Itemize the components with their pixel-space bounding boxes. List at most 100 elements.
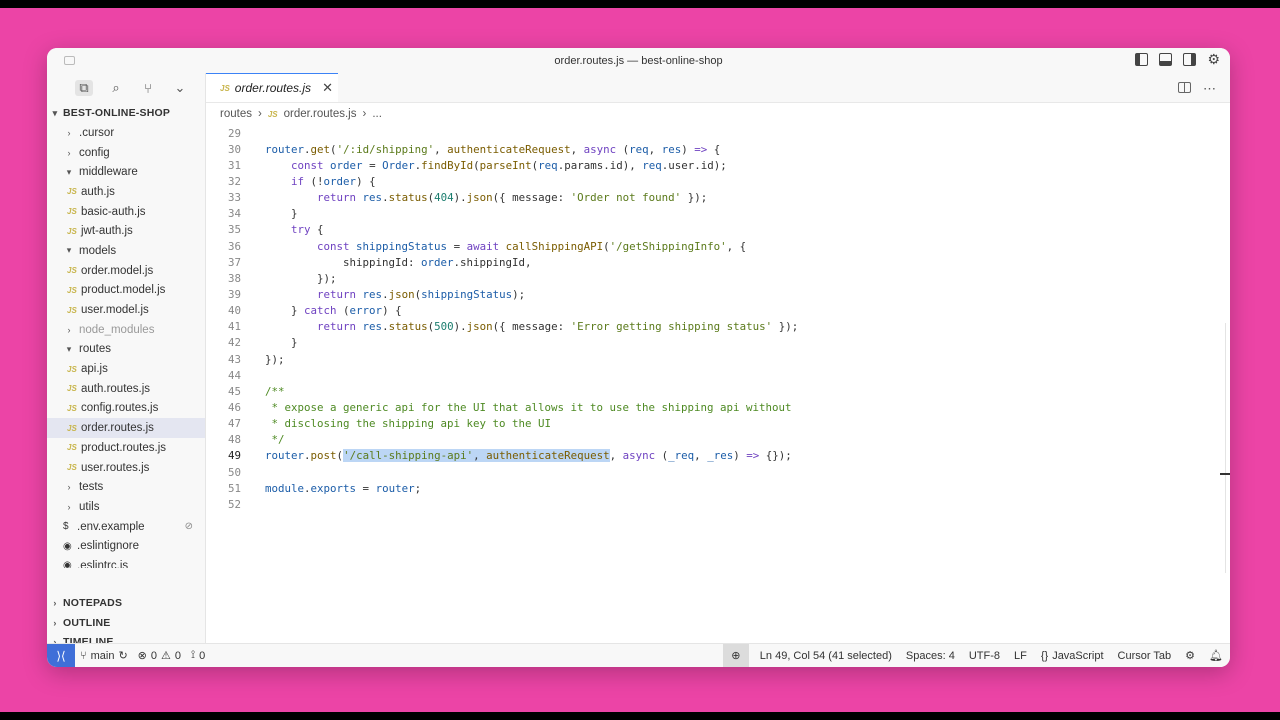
chevron-right-icon: › [67, 127, 71, 138]
code-line: 42 } [206, 335, 1230, 351]
line-number: 39 [227, 287, 241, 301]
js-file-icon: JS [67, 285, 77, 295]
tree-file[interactable]: JS basic-auth.js [47, 202, 205, 222]
code-editor[interactable]: 29 30 router.get('/:id/shipping', authent… [206, 125, 1230, 595]
more-actions-icon[interactable]: ⋯ [1203, 81, 1216, 97]
breadcrumb-folder[interactable]: routes [220, 108, 252, 120]
branch-indicator[interactable]: ⑂ main ↻ [75, 649, 133, 663]
files-icon[interactable]: ⧉ [75, 80, 93, 96]
code-line: 34 } [206, 206, 1230, 222]
indentation[interactable]: Spaces: 4 [899, 650, 962, 662]
tree-file[interactable]: JS product.model.js [47, 281, 205, 301]
line-number: 45 [227, 384, 241, 398]
source-control-icon[interactable]: ⑂ [139, 81, 157, 96]
js-file-icon: JS [67, 443, 77, 453]
tree-file[interactable]: JS product.routes.js [47, 438, 205, 458]
line-number: 41 [227, 320, 241, 334]
split-editor-icon[interactable] [1178, 82, 1191, 93]
tree-folder[interactable]: › tests [47, 477, 205, 497]
code-line: 39 return res.json(shippingStatus); [206, 286, 1230, 302]
scrollbar-track[interactable] [1225, 323, 1226, 573]
code-line: 52 [206, 496, 1230, 512]
end-of-line[interactable]: LF [1007, 650, 1034, 662]
branch-name: main [90, 649, 115, 662]
tree-file[interactable]: JS jwt-auth.js [47, 221, 205, 241]
js-file-icon: JS [67, 226, 77, 236]
tree-folder[interactable]: › node_modules [47, 320, 205, 340]
cursor-position[interactable]: Ln 49, Col 54 (41 selected) [753, 650, 899, 662]
tree-file[interactable]: JS auth.js [47, 182, 205, 202]
js-file-icon: JS [67, 384, 77, 394]
tree-file[interactable]: JS api.js [47, 359, 205, 379]
chevron-right-icon: › [67, 147, 71, 158]
section-label: NOTEPADS [63, 596, 123, 609]
line-number: 40 [227, 304, 241, 318]
breadcrumb-symbol[interactable]: ... [372, 108, 382, 120]
section-outline[interactable]: › OUTLINE [47, 613, 205, 633]
tree-file[interactable]: JS order.model.js [47, 261, 205, 281]
toggle-panel-icon[interactable] [1159, 53, 1173, 66]
close-icon[interactable]: ✕ [322, 80, 333, 96]
warning-count: 0 [174, 649, 182, 662]
line-number: 37 [227, 255, 241, 269]
branch-icon: ⑂ [80, 649, 87, 662]
chevron-right-icon: › [67, 324, 71, 335]
tree-item-label: auth.js [81, 185, 115, 198]
js-file-icon: JS [67, 207, 77, 217]
tree-file[interactable]: ◉ .eslintrc.js [47, 556, 205, 568]
tree-file[interactable]: $ .env.example ⊘ [47, 517, 205, 537]
chevron-down-icon: ▾ [52, 107, 58, 118]
gear-icon[interactable]: ⚙ [1207, 52, 1220, 66]
tree-folder[interactable]: › .cursor [47, 123, 205, 143]
extension-icon[interactable]: ⚙ [1178, 649, 1202, 662]
remote-icon[interactable]: ⟩⟨ [47, 644, 75, 667]
tab-label: order.routes.js [234, 81, 312, 95]
tree-file[interactable]: JS order.routes.js [47, 418, 205, 438]
code-line-current: 49 router.post('/call-shipping-api', auth… [206, 448, 1230, 464]
line-number: 32 [227, 174, 241, 188]
config-file-icon: ◉ [63, 540, 72, 552]
line-number: 36 [227, 239, 241, 253]
tree-file[interactable]: ◉ .eslintignore [47, 536, 205, 556]
ignored-icon: ⊘ [184, 521, 193, 533]
ports-indicator[interactable]: ⟟ 0 [186, 649, 210, 662]
tree-item-label: config.routes.js [81, 402, 159, 415]
notifications-icon[interactable]: 🔔︎ [1202, 649, 1230, 662]
tree-file[interactable]: JS config.routes.js [47, 399, 205, 419]
tree-folder[interactable]: ▾ routes [47, 340, 205, 360]
code-line: 32 if (!order) { [206, 173, 1230, 189]
code-line: 30 router.get('/:id/shipping', authentica… [206, 141, 1230, 157]
section-notepads[interactable]: › NOTEPADS [47, 593, 205, 613]
code-line: 51 module.exports = router; [206, 480, 1230, 496]
tree-file[interactable]: JS auth.routes.js [47, 379, 205, 399]
tree-folder[interactable]: › utils [47, 497, 205, 517]
search-icon[interactable]: ⌕ [107, 80, 125, 96]
toggle-secondary-sidebar-icon[interactable] [1183, 53, 1197, 66]
encoding[interactable]: UTF-8 [962, 650, 1007, 662]
language-mode[interactable]: {} JavaScript [1034, 650, 1111, 662]
tree-item-label: jwt-auth.js [81, 225, 133, 238]
code-line: 37 shippingId: order.shippingId, [206, 254, 1230, 270]
js-file-icon: JS [67, 266, 77, 276]
tree-folder[interactable]: ▾ models [47, 241, 205, 261]
tree-file[interactable]: JS user.model.js [47, 300, 205, 320]
zoom-icon[interactable]: ⊕ [722, 644, 749, 667]
code-line: 48 */ [206, 432, 1230, 448]
code-line: 50 [206, 464, 1230, 480]
tab-order-routes[interactable]: JS order.routes.js ✕ [206, 73, 338, 102]
tree-file[interactable]: JS user.routes.js [47, 458, 205, 478]
toggle-primary-sidebar-icon[interactable] [1135, 53, 1149, 66]
tree-folder[interactable]: ▾ middleware [47, 162, 205, 182]
scrollbar-cursor-marker [1220, 473, 1230, 475]
cursor-tab[interactable]: Cursor Tab [1111, 650, 1179, 662]
tree-folder[interactable]: › config [47, 143, 205, 163]
problems-indicator[interactable]: ⊗ 0 ⚠ 0 [133, 649, 186, 663]
braces-icon: {} [1040, 649, 1049, 662]
code-line: 46 * expose a generic api for the UI tha… [206, 399, 1230, 415]
breadcrumb-file[interactable]: order.routes.js [284, 108, 357, 120]
tree-item-label: .eslintignore [77, 540, 140, 553]
chevron-down-icon[interactable]: ⌄ [171, 80, 189, 96]
line-number: 31 [227, 158, 241, 172]
explorer-root[interactable]: ▾ BEST-ONLINE-SHOP [47, 103, 205, 123]
code-line: 31 const order = Order.findById(parseInt… [206, 157, 1230, 173]
